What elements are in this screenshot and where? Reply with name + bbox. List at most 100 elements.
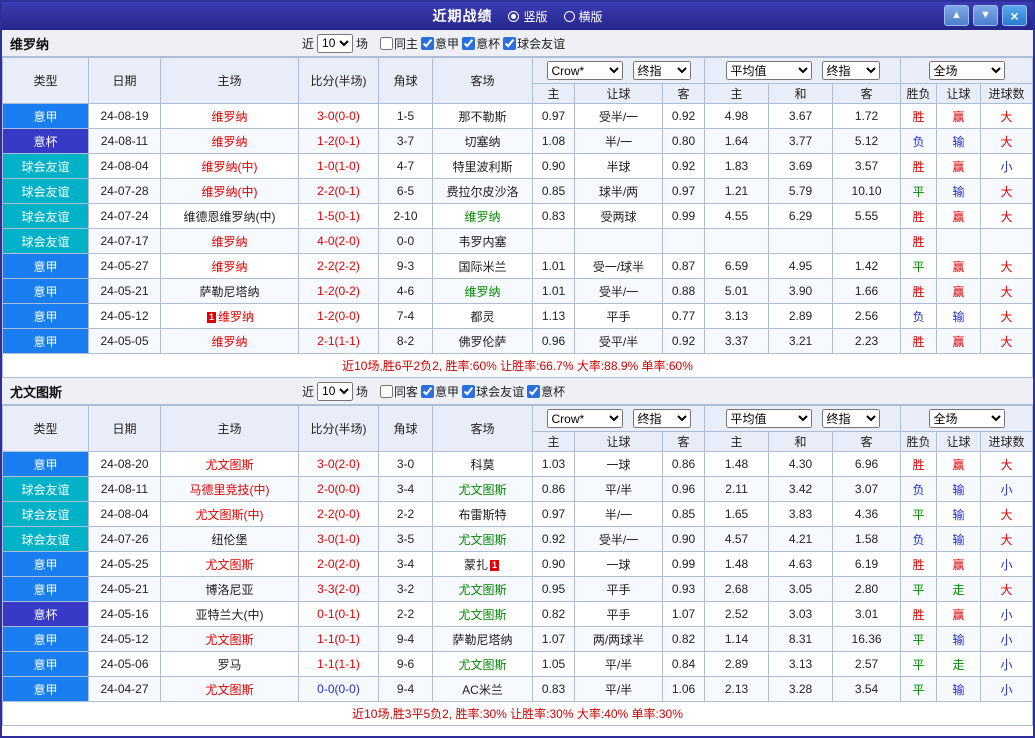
- home-team-cell[interactable]: 尤文图斯: [160, 626, 299, 652]
- filter-checkbox[interactable]: 同主: [377, 35, 418, 52]
- filter-checkbox[interactable]: 意杯: [524, 383, 565, 400]
- home-team-cell[interactable]: 萨勒尼塔纳: [160, 278, 299, 304]
- away-team-cell[interactable]: 尤文图斯: [432, 601, 533, 627]
- away-team-cell[interactable]: 那不勒斯: [432, 103, 533, 129]
- home-team-cell[interactable]: 博洛尼亚: [160, 576, 299, 602]
- home-team-cell[interactable]: 维罗纳(中): [160, 153, 299, 179]
- bookmaker-select[interactable]: Crow*: [546, 409, 623, 428]
- bookmaker-select[interactable]: Crow*: [546, 61, 623, 80]
- layout-radio-vertical[interactable]: 竖版: [508, 8, 548, 25]
- away-team-cell[interactable]: 佛罗伦萨: [432, 328, 533, 354]
- away-team-cell[interactable]: 蒙扎 1: [432, 551, 533, 577]
- away-team-cell[interactable]: 尤文图斯: [432, 651, 533, 677]
- filter-checkbox[interactable]: 球会友谊: [459, 383, 524, 400]
- away-team-cell[interactable]: 都灵: [432, 303, 533, 329]
- filter-checkbox-input[interactable]: [380, 384, 394, 398]
- away-team-cell[interactable]: 费拉尔皮沙洛: [432, 178, 533, 204]
- recent-count-select[interactable]: 10: [317, 33, 354, 53]
- team-name-text: 维罗纳: [211, 109, 248, 124]
- away-team-cell[interactable]: 国际米兰: [432, 253, 533, 279]
- home-team-cell[interactable]: 纽伦堡: [160, 526, 299, 552]
- avg-draw-odds: 6.29: [768, 203, 834, 229]
- avg-home-odds: 1.14: [704, 626, 770, 652]
- move-up-button[interactable]: ▲: [944, 5, 969, 26]
- result-handicap: 输: [936, 178, 982, 204]
- result-outcome: 胜: [900, 328, 938, 354]
- summary-text: 近10场,胜6平2负2, 胜率:60% 让胜率:66.7% 大率:88.9% 单…: [2, 353, 1033, 378]
- filter-checkbox[interactable]: 同客: [377, 383, 418, 400]
- avg-away-odds: 5.12: [832, 128, 902, 154]
- away-team-cell[interactable]: 萨勒尼塔纳: [432, 626, 533, 652]
- home-team-cell[interactable]: 1 维罗纳: [160, 303, 299, 329]
- away-team-cell[interactable]: 科莫: [432, 451, 533, 477]
- team-name-text: 尤文图斯: [205, 682, 254, 697]
- filter-checkbox-input[interactable]: [462, 36, 476, 50]
- result-outcome: 平: [900, 676, 938, 702]
- radio-label: 横版: [578, 9, 603, 24]
- away-team-cell[interactable]: 布雷斯特: [432, 501, 533, 527]
- col-header-avg-home: 主: [704, 431, 770, 452]
- close-button[interactable]: ×: [1002, 5, 1027, 26]
- filter-checkbox-input[interactable]: [421, 384, 435, 398]
- away-team-cell[interactable]: 特里波利斯: [432, 153, 533, 179]
- home-team-cell[interactable]: 亚特兰大(中): [160, 601, 299, 627]
- filter-checkbox-input[interactable]: [421, 36, 435, 50]
- final-index-select-2[interactable]: 终指: [821, 409, 880, 428]
- match-row: 球会友谊 24-07-28 维罗纳(中) 2-2(0-1) 6-5 费拉尔皮沙洛 0.85 球…: [2, 178, 1033, 204]
- result-handicap: 赢: [936, 153, 982, 179]
- away-team-cell[interactable]: 维罗纳: [432, 203, 533, 229]
- scope-select[interactable]: 全场: [928, 61, 1005, 80]
- filter-checkbox-input[interactable]: [380, 36, 394, 50]
- average-odds-select[interactable]: 平均值: [725, 409, 812, 428]
- home-team-cell[interactable]: 维罗纳: [160, 103, 299, 129]
- away-team-cell[interactable]: 尤文图斯: [432, 526, 533, 552]
- away-team-cell[interactable]: 切塞纳: [432, 128, 533, 154]
- away-team-cell[interactable]: 维罗纳: [432, 278, 533, 304]
- home-team-cell[interactable]: 尤文图斯(中): [160, 501, 299, 527]
- match-type-badge: 意甲: [2, 576, 89, 602]
- home-team-cell[interactable]: 尤文图斯: [160, 676, 299, 702]
- recent-count-select[interactable]: 10: [317, 381, 354, 401]
- average-odds-select[interactable]: 平均值: [725, 61, 812, 80]
- home-team-cell[interactable]: 尤文图斯: [160, 451, 299, 477]
- filter-checkbox[interactable]: 意甲: [418, 35, 459, 52]
- filter-checkbox[interactable]: 球会友谊: [500, 35, 565, 52]
- filter-checkbox-input[interactable]: [462, 384, 476, 398]
- result-scope-header: 全场: [900, 405, 1033, 432]
- away-team-cell[interactable]: 尤文图斯: [432, 476, 533, 502]
- col-header-odds-away: 客: [661, 431, 706, 452]
- avg-away-odds: 3.57: [832, 153, 902, 179]
- filter-checkbox[interactable]: 意杯: [459, 35, 500, 52]
- home-team-cell[interactable]: 维德恩维罗纳(中): [160, 203, 299, 229]
- home-team-cell[interactable]: 维罗纳(中): [160, 178, 299, 204]
- corner-score: 3-4: [378, 476, 433, 502]
- handicap-odds-header: Crow* 终指: [531, 405, 706, 432]
- final-index-select[interactable]: 终指: [632, 61, 691, 80]
- handicap-line: 受两球: [574, 203, 663, 229]
- final-index-select-2[interactable]: 终指: [821, 61, 880, 80]
- scope-select[interactable]: 全场: [928, 409, 1005, 428]
- layout-radio-horizontal[interactable]: 横版: [563, 8, 603, 25]
- filter-checkbox-input[interactable]: [527, 384, 541, 398]
- away-team-cell[interactable]: AC米兰: [432, 676, 533, 702]
- final-index-select[interactable]: 终指: [632, 409, 691, 428]
- result-goals: 大: [980, 178, 1033, 204]
- away-team-cell[interactable]: 尤文图斯: [432, 576, 533, 602]
- home-team-cell[interactable]: 罗马: [160, 651, 299, 677]
- home-team-cell[interactable]: 维罗纳: [160, 228, 299, 254]
- handicap-line: 半/一: [574, 501, 663, 527]
- home-team-cell[interactable]: 维罗纳: [160, 253, 299, 279]
- filter-checkbox-input[interactable]: [503, 36, 517, 50]
- move-down-button[interactable]: ▼: [973, 5, 998, 26]
- filter-checkbox[interactable]: 意甲: [418, 383, 459, 400]
- handicap-line: 两/两球半: [574, 626, 663, 652]
- near-label: 近: [302, 36, 315, 51]
- home-team-cell[interactable]: 马德里竞技(中): [160, 476, 299, 502]
- home-team-cell[interactable]: 尤文图斯: [160, 551, 299, 577]
- avg-home-odds: 2.52: [704, 601, 770, 627]
- match-type-badge: 意甲: [2, 551, 89, 577]
- home-team-cell[interactable]: 维罗纳: [160, 128, 299, 154]
- avg-draw-odds: 4.63: [768, 551, 834, 577]
- away-team-cell[interactable]: 韦罗内塞: [432, 228, 533, 254]
- home-team-cell[interactable]: 维罗纳: [160, 328, 299, 354]
